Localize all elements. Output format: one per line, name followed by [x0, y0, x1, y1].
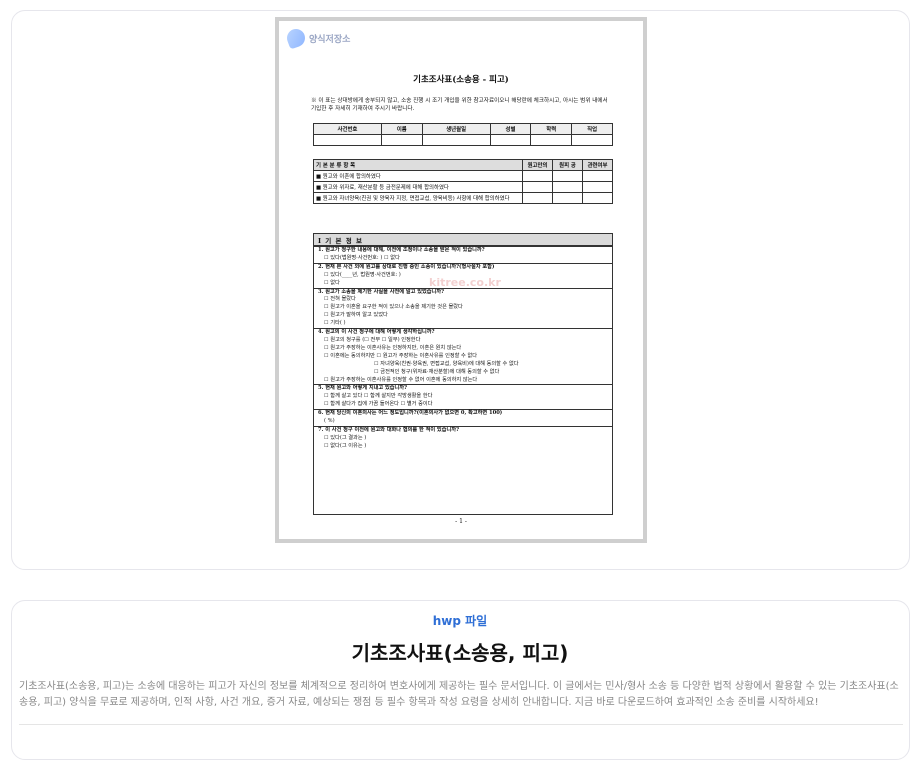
- description: 기초조사표(소송용, 피고)는 소송에 대응하는 피고가 자신의 정보를 체계적…: [19, 681, 899, 708]
- question-line: 5. 현재 원고와 어떻게 지내고 있습니까?: [314, 384, 612, 393]
- brand-logo: 양식저장소: [284, 26, 351, 50]
- divider: [19, 724, 903, 725]
- check-cell: [582, 170, 613, 182]
- info-header-cell: 이름: [380, 123, 423, 135]
- check-row-label: ■ 원고와 위자료, 재산분할 등 금전문제에 대해 합의하였다: [313, 181, 523, 193]
- question-line: 4. 원고의 이 사건 청구에 대해 어떻게 생각하십니까?: [314, 328, 612, 337]
- file-type-label: hwp 파일: [432, 614, 488, 628]
- question-line: 2. 현재 본 사건 외에 원고를 상대로 진행 중인 소송이 있습니까?(형사…: [314, 262, 612, 272]
- question-line: ☐ 자녀양육(친권·양육권, 면접교섭, 양육비)에 대해 동의할 수 없다: [374, 360, 519, 367]
- info-header-cell: 직업: [571, 123, 613, 135]
- question-line: ☐ 없다(그 이유는 ): [324, 442, 367, 449]
- question-line: ☐ 있다(그 결과는 ): [324, 434, 367, 441]
- personal-info-table: 사건번호 이름 생년월일 성별 학력 직업: [313, 123, 613, 146]
- check-cell: [582, 192, 613, 204]
- check-cell: [582, 181, 613, 193]
- document-preview[interactable]: 양식저장소 기초조사표(소송용 - 피고) ※ 이 표는 상대방에게 송부되지 …: [275, 17, 647, 543]
- question-line: 3. 원고가 소송을 제기한 사실을 사전에 알고 있었습니까?: [314, 287, 612, 297]
- question-line: ☐ 있다(____년, 법원명·사건번호: ): [324, 271, 401, 278]
- info-value-cell: [571, 134, 613, 146]
- question-line: ☐ 원고가 주장하는 이혼사유를 인정할 수 없어 이혼에 동의하지 않는다: [324, 376, 478, 383]
- info-value-cell: [380, 134, 423, 146]
- table-row: ■ 원고와 위자료, 재산분할 등 금전문제에 대해 합의하였다: [313, 181, 613, 193]
- check-cell: [522, 170, 553, 182]
- info-header-cell: 사건번호: [313, 123, 382, 135]
- check-header-cell: 기 본 분 류 항 목: [313, 159, 523, 171]
- question-line: ( %): [324, 418, 335, 425]
- question-line: ☐ 원고가 말하여 알고 있었다: [324, 312, 388, 319]
- info-value-cell: [530, 134, 573, 146]
- check-header-cell: 관련여부: [582, 159, 613, 171]
- basic-info-section: Ⅰ 기 본 정 보 1. 원고가 청구한 내용에 대해, 이전에 조정이나 소송…: [313, 233, 613, 515]
- logo-icon: [284, 26, 308, 50]
- check-cell: [522, 192, 553, 204]
- question-line: ☐ 함께 살다가 집에 가끔 들어온다 ☐ 별거 중이다: [324, 401, 433, 408]
- check-cell: [552, 181, 583, 193]
- document-title: 기초조사표(소송용 - 피고): [413, 75, 509, 85]
- logo-text: 양식저장소: [309, 34, 351, 45]
- info-value-cell: [489, 134, 532, 146]
- info-header-cell: 학력: [530, 123, 573, 135]
- question-line: 6. 현재 당신의 이혼의사는 어느 정도입니까?(이혼의사가 없으면 0, 확…: [314, 409, 612, 418]
- info-value-cell: [421, 134, 491, 146]
- info-header-cell: 성별: [489, 123, 532, 135]
- check-row-label: ■ 원고와 이혼에 합의하였다: [313, 170, 523, 182]
- info-value-cell: [313, 134, 382, 146]
- check-header-cell: 원피 공: [552, 159, 583, 171]
- document-page: 양식저장소 기초조사표(소송용 - 피고) ※ 이 표는 상대방에게 송부되지 …: [279, 21, 643, 539]
- question-line: 7. 이 사건 청구 이전에 원고와 대화나 협의를 한 적이 있습니까?: [314, 425, 612, 435]
- question-line: 1. 원고가 청구한 내용에 대해, 이전에 조정이나 소송을 받은 적이 있습…: [314, 246, 612, 255]
- question-line: ☐ 기타( ): [324, 320, 346, 327]
- check-row-label: ■ 원고와 자녀양육(친권 및 양육자 지정, 면접교섭, 양육비등) 사항에 …: [313, 192, 523, 204]
- check-cell: [552, 192, 583, 204]
- section-title: Ⅰ 기 본 정 보: [314, 234, 612, 246]
- check-cell: [552, 170, 583, 182]
- question-line: ☐ 원고의 청구를 (☐ 전부 ☐ 일부) 인정한다: [324, 336, 421, 343]
- page-title: 기초조사표(소송용, 피고): [351, 641, 569, 665]
- table-row: ■ 원고와 이혼에 합의하였다: [313, 170, 613, 182]
- question-line: ☐ 금전적인 청구(위자료·재산분할)에 대해 동의할 수 없다: [374, 368, 500, 375]
- table-row: ■ 원고와 자녀양육(친권 및 양육자 지정, 면접교섭, 양육비등) 사항에 …: [313, 192, 613, 204]
- question-line: ☐ 없다: [324, 279, 340, 286]
- question-line: ☐ 원고가 주장하는 이혼사유는 인정하지만, 이혼은 원치 않는다: [324, 344, 462, 351]
- basic-classification-table: 기 본 분 류 항 목 원고만의 원피 공 관련여부 ■ 원고와 이혼에 합의하였다 ■…: [313, 159, 613, 204]
- info-header-cell: 생년월일: [421, 123, 491, 135]
- question-line: ☐ 있다(법원명·사건번호: ) ☐ 없다: [324, 254, 400, 261]
- document-note: ※ 이 표는 상대방에게 송부되지 않고, 소송 진행 시 조기 개입을 위한 …: [311, 98, 608, 112]
- check-header-cell: 원고만의: [522, 159, 553, 171]
- page-number: - 1 -: [455, 518, 467, 525]
- question-line: ☐ 이혼에는 동의하지만 ☐ 원고가 주장하는 이혼사유를 인정할 수 없다: [324, 352, 477, 359]
- check-cell: [522, 181, 553, 193]
